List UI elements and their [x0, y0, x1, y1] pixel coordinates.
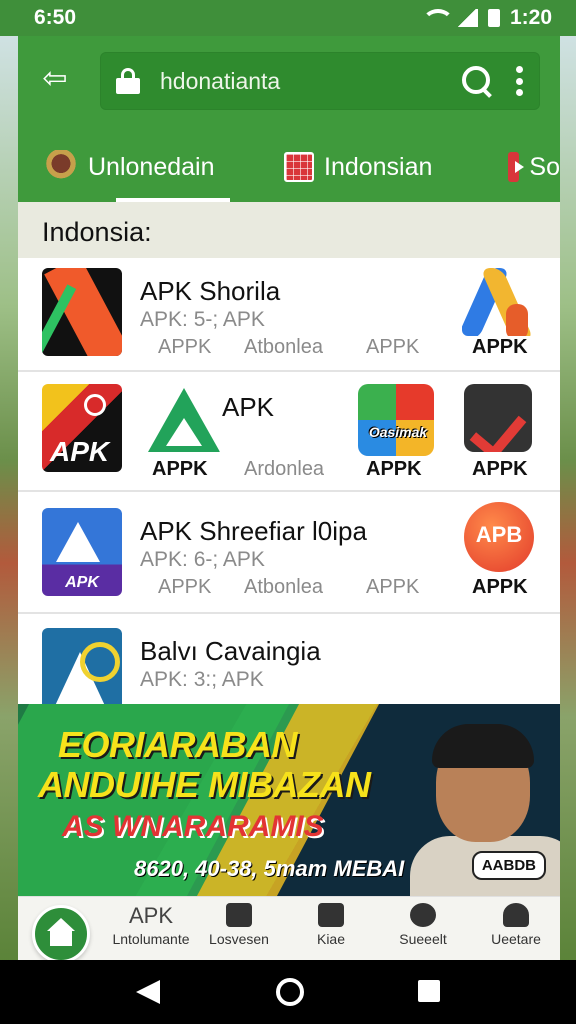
list-item[interactable]: APK Shorila APK: 5-; APK APPK Atbonlea A…: [18, 258, 560, 372]
app-label: Atbonlea: [244, 336, 323, 358]
lock-icon: [116, 68, 140, 94]
close-circle-icon: [410, 903, 436, 927]
tab-unlonedain[interactable]: Unlonedain: [18, 132, 254, 202]
tab-indonsian[interactable]: Indonsian: [254, 132, 484, 202]
app-label: APPK: [158, 336, 212, 358]
app-label: APPK: [366, 336, 420, 358]
banner-headline-2: ANDUIHE MIBAZAN: [38, 764, 371, 805]
icon-text: APB: [475, 522, 523, 547]
app-subtitle: APK: 3:; APK: [140, 668, 264, 691]
nav-label: Ueetare: [491, 931, 541, 947]
wifi-icon: [422, 9, 446, 27]
category-tabs: Unlonedain Indonsian So: [18, 132, 560, 202]
nav-item-ueetare[interactable]: Ueetare: [478, 903, 554, 947]
app-label: APPK: [472, 576, 528, 598]
nav-item-home[interactable]: APK Lntolumante: [106, 903, 196, 948]
app-label: APPK: [152, 458, 208, 480]
back-arrow-icon[interactable]: ⇦: [38, 62, 72, 96]
tab-so[interactable]: So: [484, 132, 560, 202]
nav-item-kiae[interactable]: Kiae: [300, 903, 362, 947]
play-icon: [508, 152, 525, 182]
tab-label: Indonsian: [324, 152, 433, 181]
app-title: APK Shorila: [140, 276, 281, 306]
app-title: APK Shreefiar l0ipa: [140, 516, 367, 546]
nav-apk-label: APK: [128, 903, 174, 928]
app-icon-ads[interactable]: [462, 264, 542, 336]
nav-label: Lntolumante: [112, 931, 190, 947]
banner-details: 8620, 40-38, 5mam MEBAI: [134, 856, 405, 881]
app-icon-shorila[interactable]: [42, 268, 122, 356]
system-navigation-bar: [0, 960, 576, 1024]
promo-banner[interactable]: EORIARABAN ANDUIHE MIBAZAN AS WNARARAMIS…: [18, 704, 560, 896]
background-scenery-right: [560, 0, 576, 1024]
app-icon-apb[interactable]: APB: [464, 502, 534, 572]
app-title: Balvı Cavaingia: [140, 636, 321, 666]
more-menu-icon[interactable]: [516, 66, 524, 96]
tab-label: Unlonedain: [88, 152, 215, 181]
app-icon-check[interactable]: [464, 384, 532, 452]
icon-text: Oasimak: [368, 424, 428, 440]
app-icon-green-triangle[interactable]: [144, 384, 220, 456]
address-text[interactable]: hdonatianta: [160, 68, 460, 95]
app-label: Atbonlea: [244, 576, 323, 598]
message-icon: [318, 903, 344, 927]
eagle-emblem-icon: [44, 150, 78, 184]
icon-text: APK: [65, 574, 99, 591]
background-scenery-left: [0, 0, 20, 1024]
battery-icon: [487, 9, 500, 27]
person-icon: [503, 903, 529, 927]
list-item[interactable]: APK APK Oasimak APPK Ardonlea APPK APPK: [18, 372, 560, 492]
bottom-navigation: APK Lntolumante Losvesen Kiae Sueeelt Ue…: [18, 896, 560, 963]
status-icons: 1:20: [422, 6, 552, 30]
app-list: APK Shorila APK: 5-; APK APPK Atbonlea A…: [18, 258, 560, 704]
app-label: Ardonlea: [244, 458, 325, 480]
app-label: APPK: [366, 458, 422, 480]
app-icon-blue-apk[interactable]: APK: [42, 508, 122, 596]
nav-label: Losvesen: [209, 931, 269, 947]
app-header: ⇦ hdonatianta Unlonedain Indonsian So: [18, 36, 560, 202]
nav-label: Kiae: [316, 931, 346, 947]
app-title: APK: [222, 392, 275, 422]
grid-flag-icon: [284, 152, 314, 182]
system-back-icon[interactable]: [136, 980, 160, 1004]
status-time-left: 6:50: [34, 6, 77, 29]
banner-headline-3: AS WNARARAMIS: [62, 810, 324, 843]
status-bar: 6:50 1:20: [0, 0, 576, 36]
status-time-right: 1:20: [509, 6, 552, 29]
tab-label: So: [529, 152, 560, 181]
list-item[interactable]: Balvı Cavaingia APK: 3:; APK: [18, 614, 560, 704]
building-icon: [226, 903, 252, 927]
app-label: APPK: [472, 336, 528, 358]
list-item[interactable]: APK APK Shreefiar l0ipa APK: 6-; APK APP…: [18, 492, 560, 614]
signal-icon: [455, 9, 478, 27]
address-bar[interactable]: hdonatianta: [100, 52, 540, 110]
search-icon[interactable]: [460, 64, 494, 98]
nav-label: Sueeelt: [399, 931, 447, 947]
system-recents-icon[interactable]: [418, 980, 440, 1002]
app-label: APPK: [472, 458, 528, 480]
app-label: APPK: [158, 576, 212, 598]
app-icon-apk-red[interactable]: APK: [42, 384, 122, 472]
system-home-icon[interactable]: [276, 978, 304, 1006]
nav-item-losvesen[interactable]: Losvesen: [204, 903, 274, 947]
app-icon-colorful[interactable]: Oasimak: [358, 384, 434, 456]
section-title: Indonsia:: [18, 202, 560, 258]
nav-item-sueeelt[interactable]: Sueeelt: [388, 903, 458, 947]
home-button[interactable]: [32, 905, 90, 963]
app-label: APPK: [366, 576, 420, 598]
app-subtitle: APK: 5-; APK: [140, 308, 265, 331]
app-icon-balvi[interactable]: [42, 628, 122, 704]
app-subtitle: APK: 6-; APK: [140, 548, 265, 571]
banner-headline-1: EORIARABAN: [58, 724, 298, 765]
banner-badge: AABDB: [471, 851, 546, 880]
icon-text: APK: [50, 436, 110, 467]
